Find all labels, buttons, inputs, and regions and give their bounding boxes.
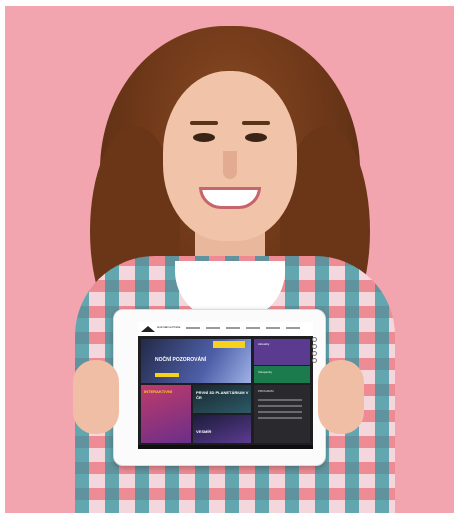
nav-item-1[interactable]: [186, 327, 200, 329]
hero-badge: [213, 341, 245, 348]
facebook-icon[interactable]: [312, 337, 317, 342]
program-row: [258, 411, 302, 413]
nav-item-6[interactable]: [286, 327, 300, 329]
nav-item-5[interactable]: [266, 327, 280, 329]
tile-program[interactable]: PROGRAM: [254, 385, 310, 443]
hero-title: NOČNÍ POZOROVÁNÍ: [155, 357, 207, 363]
right-eyebrow: [242, 121, 270, 125]
hero-banner[interactable]: NOČNÍ POZOROVÁNÍ: [141, 339, 251, 383]
tile-program-label: PROGRAM: [258, 389, 274, 393]
tile-interactive-label: INTERAKTIVNÍ: [144, 389, 172, 394]
program-row: [258, 405, 302, 407]
right-hand: [318, 360, 364, 434]
tile-interactive[interactable]: INTERAKTIVNÍ: [141, 385, 191, 443]
site-logo-icon: [141, 326, 155, 332]
instagram-icon[interactable]: [312, 344, 317, 349]
screen-side-icons: [312, 337, 319, 365]
program-row: [258, 417, 302, 419]
news-panel[interactable]: Aktuality: [254, 339, 310, 365]
smile: [199, 187, 261, 209]
nav-item-3[interactable]: [226, 327, 240, 329]
site-logo-text: Hvězdárna Praha: [157, 325, 181, 329]
tile-planetarium[interactable]: PRVNÍ 3D PLANETÁRIUM V ČR: [193, 385, 251, 413]
nav-item-2[interactable]: [206, 327, 220, 329]
left-eyebrow: [190, 121, 218, 125]
hero-cta-button[interactable]: [155, 373, 179, 377]
tile-universe[interactable]: VESMÍR: [193, 415, 251, 443]
tickets-panel[interactable]: Vstupenky: [254, 366, 310, 383]
program-row: [258, 399, 302, 401]
news-panel-text: Aktuality: [258, 342, 270, 346]
face: [163, 71, 297, 241]
left-eye: [193, 133, 215, 142]
cookie-bar: [138, 445, 313, 449]
tickets-panel-text: Vstupenky: [258, 370, 273, 374]
search-icon[interactable]: [312, 358, 317, 363]
left-hand: [73, 360, 119, 434]
tile-universe-label: VESMÍR: [196, 429, 212, 434]
right-eye: [245, 133, 267, 142]
tile-planetarium-label: PRVNÍ 3D PLANETÁRIUM V ČR: [196, 390, 249, 400]
tablet-screen: Hvězdárna Praha NOČNÍ POZOROVÁNÍ Aktuali…: [138, 322, 313, 449]
youtube-icon[interactable]: [312, 351, 317, 356]
nav-item-4[interactable]: [246, 327, 260, 329]
nose: [223, 151, 237, 179]
site-navbar: Hvězdárna Praha: [138, 322, 313, 336]
